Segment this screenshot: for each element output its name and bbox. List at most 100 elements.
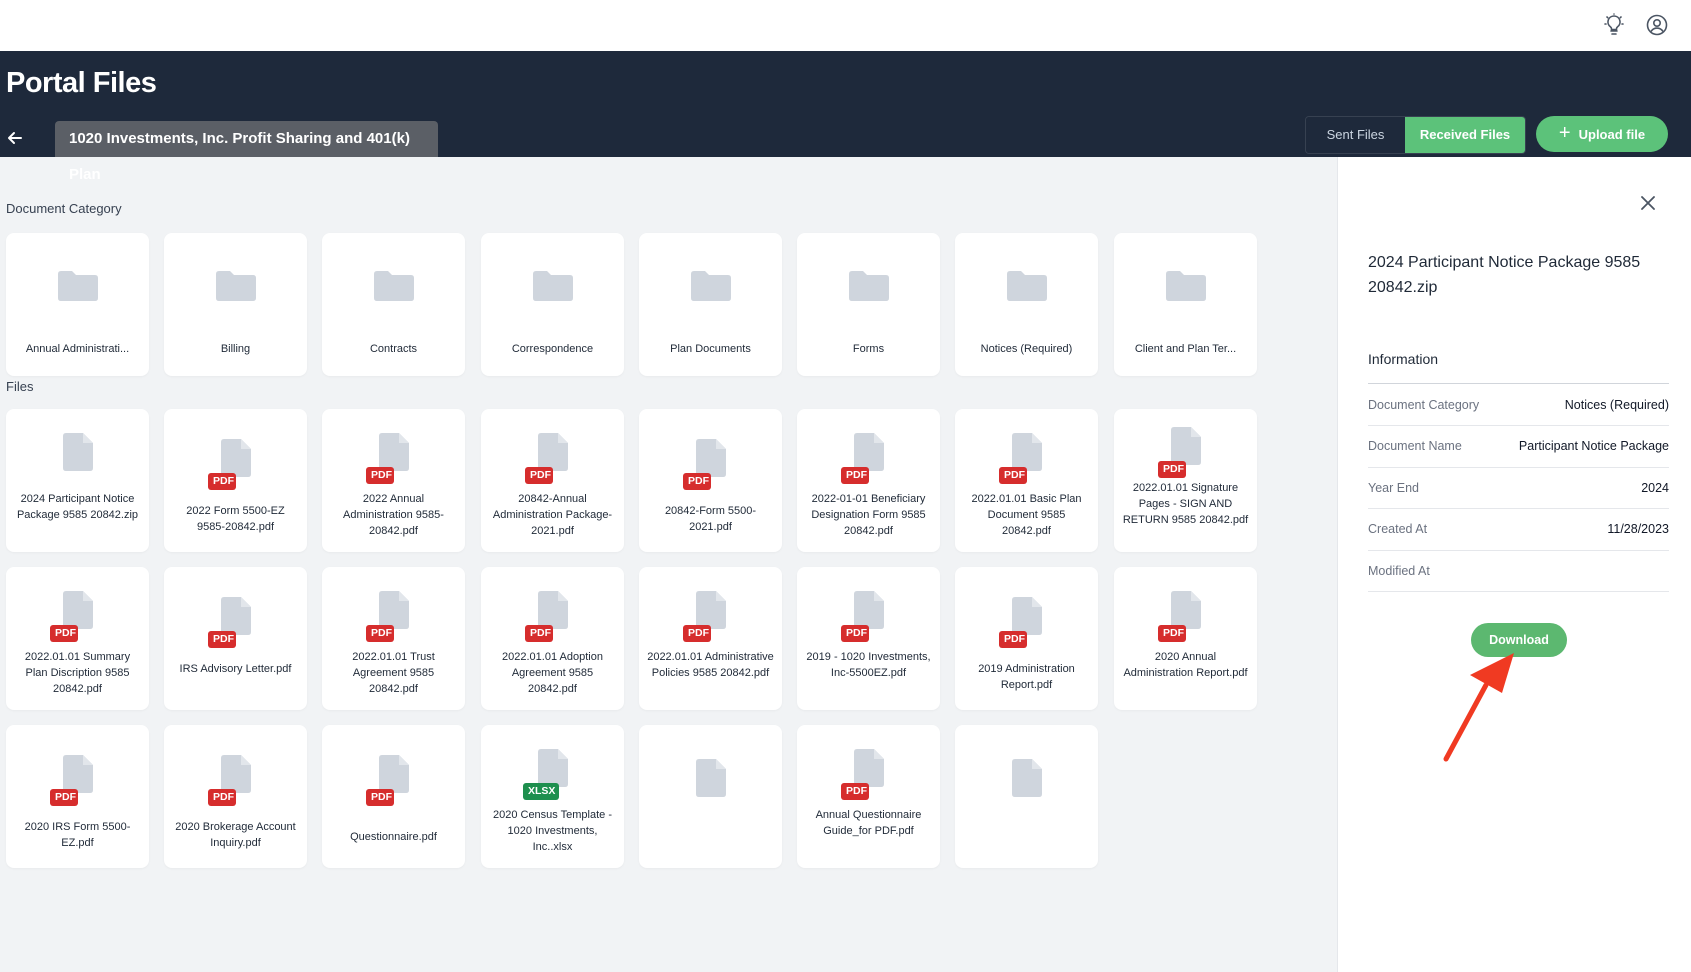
category-label: Billing <box>220 343 251 355</box>
category-label: Plan Documents <box>670 343 751 355</box>
info-value: 2024 <box>1641 480 1669 495</box>
folder-icon <box>1166 271 1206 301</box>
info-label: Document Category <box>1368 397 1480 412</box>
info-label: Year End <box>1368 480 1419 495</box>
files-toggle: Sent Files Received Files <box>1305 116 1526 154</box>
folder-icon <box>216 271 256 301</box>
file-type-badge: PDF <box>366 467 394 484</box>
file-card[interactable] <box>639 725 782 868</box>
file-card[interactable]: PDF 2020 IRS Form 5500-EZ.pdf <box>6 725 149 868</box>
file-name: 2020 Annual Administration Report.pdf <box>1123 651 1248 679</box>
sent-files-button[interactable]: Sent Files <box>1306 117 1405 153</box>
file-name: 2019 - 1020 Investments, Inc-5500EZ.pdf <box>806 651 931 679</box>
file-type-badge: PDF <box>999 467 1027 484</box>
plan-tab[interactable]: 1020 Investments, Inc. Profit Sharing an… <box>55 121 438 183</box>
info-row: Document Category Notices (Required) <box>1368 384 1669 426</box>
category-card[interactable]: Plan Documents <box>639 233 782 376</box>
file-name: 2022-01-01 Beneficiary Designation Form … <box>811 493 926 537</box>
file-name: 2022 Form 5500-EZ 9585-20842.pdf <box>186 505 285 533</box>
upload-file-button[interactable]: + Upload file <box>1536 116 1668 152</box>
category-card[interactable]: Billing <box>164 233 307 376</box>
info-label: Created At <box>1368 522 1428 536</box>
category-card[interactable]: Contracts <box>322 233 465 376</box>
file-type-badge: PDF <box>683 473 711 490</box>
category-card[interactable]: Correspondence <box>481 233 624 376</box>
information-heading: Information <box>1368 351 1439 367</box>
file-card[interactable]: PDF 2022.01.01 Trust Agreement 9585 20842… <box>322 567 465 710</box>
lightbulb-icon[interactable] <box>1602 13 1626 37</box>
file-name: 2019 Administration Report.pdf <box>978 663 1075 691</box>
info-label: Document Name <box>1368 439 1462 453</box>
file-card[interactable]: XLSX 2020 Census Template - 1020 Investme… <box>481 725 624 868</box>
category-card[interactable]: Client and Plan Ter... <box>1114 233 1257 376</box>
file-card[interactable]: PDF 2022 Annual Administration 9585-20842… <box>322 409 465 552</box>
file-type-badge: PDF <box>841 783 869 800</box>
file-card[interactable]: PDF IRS Advisory Letter.pdf <box>164 567 307 710</box>
file-name: 20842-Annual Administration Package-2021… <box>492 493 613 537</box>
file-card[interactable] <box>955 725 1098 868</box>
file-icon <box>854 591 884 629</box>
file-card[interactable]: PDF 2022.01.01 Signature Pages - SIGN AND… <box>1114 409 1257 552</box>
file-name: 2022.01.01 Trust Agreement 9585 20842.pd… <box>352 651 435 695</box>
user-circle-icon[interactable] <box>1645 13 1669 37</box>
file-card[interactable]: PDF 2020 Brokerage Account Inquiry.pdf <box>164 725 307 868</box>
file-type-badge: PDF <box>999 631 1027 648</box>
folder-icon <box>533 271 573 301</box>
file-card[interactable]: PDF 2022.01.01 Basic Plan Document 9585 2… <box>955 409 1098 552</box>
received-files-button[interactable]: Received Files <box>1405 117 1525 153</box>
file-type-badge: PDF <box>208 631 236 648</box>
file-type-badge: PDF <box>208 789 236 806</box>
file-card[interactable]: PDF 20842-Form 5500-2021.pdf <box>639 409 782 552</box>
category-card[interactable]: Notices (Required) <box>955 233 1098 376</box>
page-title: Portal Files <box>6 67 157 99</box>
file-card[interactable]: PDF 20842-Annual Administration Package-2… <box>481 409 624 552</box>
file-type-badge: XLSX <box>523 783 559 800</box>
category-card[interactable]: Forms <box>797 233 940 376</box>
file-icon <box>221 439 251 477</box>
file-detail-panel: 2024 Participant Notice Package 9585 208… <box>1337 157 1691 972</box>
file-icon <box>1012 597 1042 635</box>
category-card[interactable]: Annual Administrati... <box>6 233 149 376</box>
file-icon <box>63 591 93 629</box>
info-row: Modified At <box>1368 550 1669 592</box>
file-icon <box>379 433 409 471</box>
info-label: Modified At <box>1368 563 1430 578</box>
file-card[interactable]: PDF 2022.01.01 Summary Plan Discription 9… <box>6 567 149 710</box>
file-card[interactable]: PDF 2022.01.01 Administrative Policies 95… <box>639 567 782 710</box>
file-card[interactable]: PDF Questionnaire.pdf <box>322 725 465 868</box>
file-name: 2022.01.01 Signature Pages - SIGN AND RE… <box>1122 482 1249 526</box>
close-icon[interactable] <box>1640 195 1656 211</box>
plus-icon: + <box>1558 122 1571 144</box>
info-value: Participant Notice Package <box>1518 439 1669 453</box>
file-type-badge: PDF <box>1158 461 1186 478</box>
file-card[interactable]: PDF 2019 Administration Report.pdf <box>955 567 1098 710</box>
file-name: 2022.01.01 Adoption Agreement 9585 20842… <box>502 651 603 695</box>
file-icon <box>221 755 251 793</box>
info-row: Created At 11/28/2023 <box>1368 509 1669 551</box>
file-card[interactable]: PDF 2020 Annual Administration Report.pdf <box>1114 567 1257 710</box>
main-content: Document Category Annual Administrati...… <box>0 157 1337 972</box>
file-card[interactable]: PDF Annual Questionnaire Guide_for PDF.pd… <box>797 725 940 868</box>
file-card[interactable]: PDF 2019 - 1020 Investments, Inc-5500EZ.p… <box>797 567 940 710</box>
file-name: 2022.01.01 Basic Plan Document 9585 2084… <box>971 493 1082 537</box>
back-arrow-icon[interactable] <box>6 129 24 147</box>
file-name: 2020 Census Template - 1020 Investments,… <box>492 809 613 853</box>
file-card[interactable]: 2024 Participant Notice Package 9585 208… <box>6 409 149 552</box>
folder-icon <box>374 271 414 301</box>
file-card[interactable]: PDF 2022-01-01 Beneficiary Designation Fo… <box>797 409 940 552</box>
files-heading: Files <box>6 379 34 394</box>
file-card[interactable]: PDF 2022.01.01 Adoption Agreement 9585 20… <box>481 567 624 710</box>
document-category-heading: Document Category <box>6 201 122 216</box>
category-label: Forms <box>852 343 885 355</box>
file-type-badge: PDF <box>525 625 553 642</box>
file-type-badge: PDF <box>841 467 869 484</box>
folder-icon <box>58 271 98 301</box>
file-icon <box>1012 759 1042 797</box>
file-card[interactable]: PDF 2022 Form 5500-EZ 9585-20842.pdf <box>164 409 307 552</box>
file-icon <box>63 755 93 793</box>
file-icon <box>854 749 884 787</box>
file-icon <box>1012 433 1042 471</box>
top-bar <box>0 0 1691 51</box>
folder-icon <box>849 271 889 301</box>
file-icon <box>854 433 884 471</box>
